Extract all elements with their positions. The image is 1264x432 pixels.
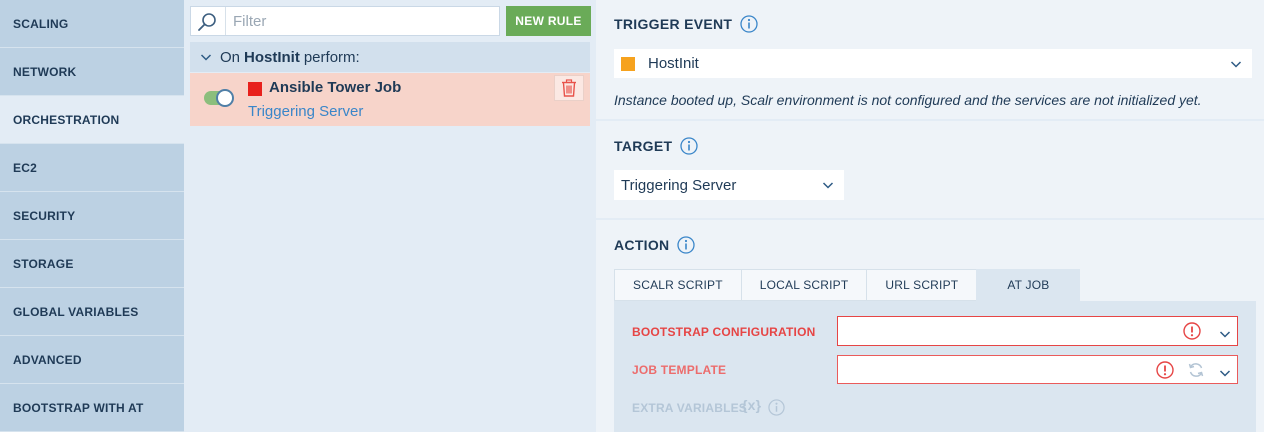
sidebar-item-storage[interactable]: STORAGE [0,240,184,288]
extra-variables-label: EXTRA VARIABLES {x} [632,397,785,416]
error-icon [1183,322,1201,340]
new-rule-button[interactable]: NEW RULE [506,6,591,36]
trigger-event-title-text: TRIGGER EVENT [614,16,733,32]
tab-local-script[interactable]: LOCAL SCRIPT [740,269,867,301]
target-value: Triggering Server [621,176,737,194]
action-tabs: SCALR SCRIPT LOCAL SCRIPT URL SCRIPT AT … [614,269,1081,301]
toggle-knob [216,89,234,107]
sidebar-item-advanced[interactable]: ADVANCED [0,336,184,384]
chevron-down-icon [1219,331,1231,338]
sidebar-item-ec2[interactable]: EC2 [0,144,184,192]
group-suffix: perform: [303,48,360,66]
event-color-swatch [621,56,635,71]
trigger-event-value: HostInit [648,55,699,72]
rule-detail-panel: TRIGGER EVENT HostInit Instance booted u… [596,0,1264,432]
trigger-event-dropdown[interactable]: HostInit [614,49,1252,78]
sidebar-item-orchestration[interactable]: ORCHESTRATION [0,96,184,144]
sidebar-item-global-variables[interactable]: GLOBAL VARIABLES [0,288,184,336]
sidebar-item-bootstrap-with-at[interactable]: BOOTSTRAP WITH AT [0,384,184,432]
rule-item[interactable]: Ansible Tower Job Triggering Server [190,73,590,126]
search-separator [225,7,226,35]
target-dropdown[interactable]: Triggering Server [614,170,844,200]
job-template-dropdown[interactable] [837,355,1238,384]
action-section: ACTION SCALR SCRIPT LOCAL SCRIPT URL SCR… [596,220,1264,432]
trash-icon [562,79,576,97]
rule-target-link[interactable]: Triggering Server [248,103,363,120]
chevron-down-icon [1219,370,1231,377]
tab-url-script[interactable]: URL SCRIPT [866,269,977,301]
rule-title: Ansible Tower Job [269,79,402,96]
action-title-text: ACTION [614,237,670,253]
info-icon[interactable] [768,399,785,416]
chevron-down-icon[interactable] [200,51,212,63]
target-title-text: TARGET [614,138,673,154]
refresh-icon[interactable] [1187,361,1205,379]
tab-at-job[interactable]: AT JOB [976,269,1081,301]
group-event: HostInit [244,48,300,66]
sidebar: SCALING NETWORK ORCHESTRATION EC2 SECURI… [0,0,184,432]
rule-color-swatch [248,82,262,96]
target-title: TARGET [614,137,698,155]
trigger-event-description: Instance booted up, Scalr environment is… [614,92,1202,108]
rules-panel: NEW RULE On HostInit perform: Ansible To… [184,0,596,432]
sidebar-item-security[interactable]: SECURITY [0,192,184,240]
extra-variables-label-text: EXTRA VARIABLES [632,401,748,415]
job-template-label: JOB TEMPLATE [632,363,727,377]
search-box [190,6,500,36]
bootstrap-configuration-label: BOOTSTRAP CONFIGURATION [632,325,816,339]
info-icon[interactable] [680,137,698,155]
variables-badge: {x} [742,397,762,413]
search-icon [198,13,216,31]
chevron-down-icon [822,182,834,189]
info-icon[interactable] [677,236,696,254]
sidebar-item-scaling[interactable]: SCALING [0,0,184,48]
error-icon [1156,361,1174,379]
info-icon[interactable] [740,15,758,33]
bootstrap-configuration-dropdown[interactable] [837,316,1238,346]
group-prefix: On [220,48,241,66]
search-input[interactable] [233,7,493,35]
chevron-down-icon [1230,61,1242,68]
rule-enabled-toggle[interactable] [204,89,234,107]
at-job-panel: BOOTSTRAP CONFIGURATION JOB TEMPLATE EXT… [614,301,1256,432]
tab-scalr-script[interactable]: SCALR SCRIPT [614,269,741,301]
action-title: ACTION [614,236,696,254]
sidebar-item-network[interactable]: NETWORK [0,48,184,96]
trigger-event-title: TRIGGER EVENT [614,15,758,33]
trigger-event-section: TRIGGER EVENT HostInit Instance booted u… [596,0,1264,119]
target-section: TARGET Triggering Server [596,121,1264,218]
rule-group-header[interactable]: On HostInit perform: [190,42,590,72]
delete-rule-button[interactable] [554,75,584,101]
